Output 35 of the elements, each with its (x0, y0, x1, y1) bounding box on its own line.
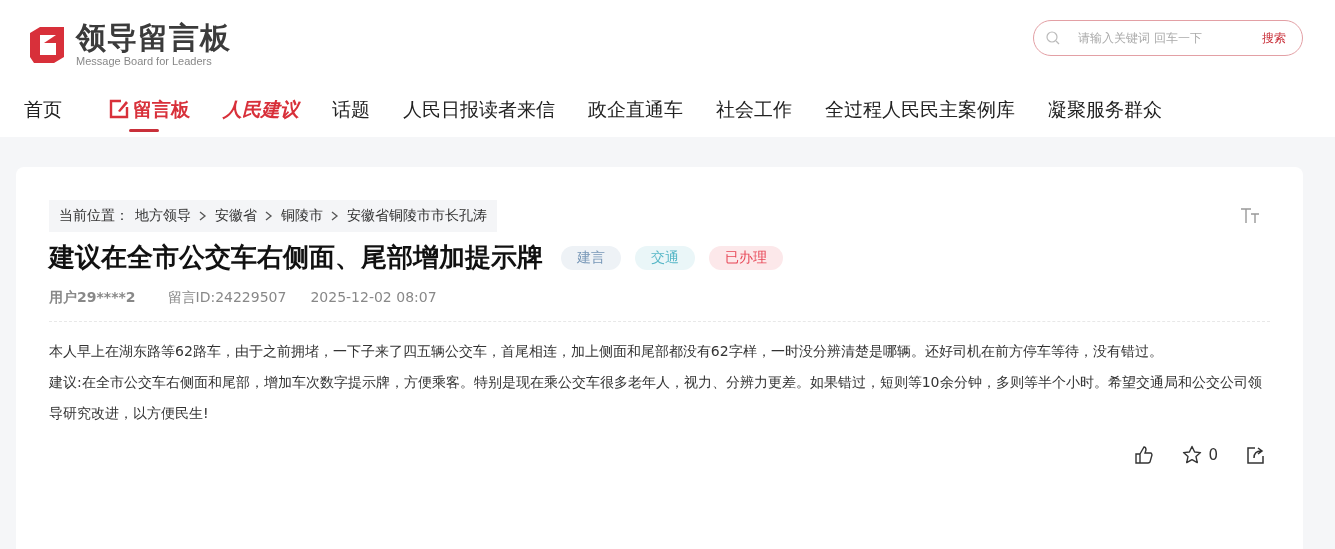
user-name: 用户29****2 (49, 289, 136, 307)
chevron-icon (199, 211, 207, 221)
edit-icon (109, 99, 129, 119)
star-icon[interactable] (1182, 445, 1203, 465)
breadcrumb-link[interactable]: 安徽省 (215, 207, 257, 225)
nav-tab[interactable]: 人民日报读者来信 (403, 94, 555, 134)
nav-tab[interactable]: 人民建议 (223, 94, 299, 134)
message-paragraph: 建议:在全市公交车右侧面和尾部，增加车次数字提示牌，方便乘客。特别是现在乘公交车很多老年人，视力、分辨力更差。如果错过，短则等10余分钟，多则等半个小时。希望交通局和公交公司领导研究改进，以方便民生! (49, 373, 1263, 423)
nav-tab[interactable]: 政企直通车 (588, 94, 683, 134)
tag: 交通 (635, 245, 695, 270)
search-icon (1046, 31, 1060, 45)
nav-tab[interactable]: 全过程人民民主案例库 (825, 94, 1015, 134)
favorite-count: 0 (1208, 446, 1218, 464)
nav-tab[interactable]: 话题 (332, 94, 370, 134)
share-icon[interactable] (1246, 445, 1266, 465)
nav-tab[interactable]: 首页 (24, 94, 62, 134)
chevron-icon (265, 211, 273, 221)
message-paragraph: 本人早上在湖东路等62路车，由于之前拥堵，一下子来了四五辆公交车，首尾相连，加上侧面和尾部都没有62字样，一时没分辨清楚是哪辆。还好司机在前方停车等待，没有错过。 (49, 342, 1164, 361)
nav-tab[interactable]: 留言板 (109, 94, 190, 134)
breadcrumb-link[interactable]: 安徽省铜陵市市长孔涛 (347, 207, 487, 225)
tag: 建言 (561, 245, 621, 270)
breadcrumb-link[interactable]: 地方领导 (135, 207, 191, 225)
breadcrumb-link[interactable]: 铜陵市 (281, 207, 323, 225)
message-id: 留言ID:24229507 (167, 289, 287, 307)
message-title: 建议在全市公交车右侧面、尾部增加提示牌 (49, 241, 543, 274)
thumbs-up-icon[interactable] (1134, 445, 1155, 465)
breadcrumb-label: 当前位置： (59, 207, 129, 225)
nav-tab[interactable]: 凝聚服务群众 (1048, 94, 1162, 134)
logo-title: 领导留言板 (76, 21, 231, 55)
search-button[interactable]: 搜索 (1262, 29, 1286, 47)
tag: 已办理 (709, 245, 783, 270)
post-time: 2025-12-02 08:07 (310, 289, 437, 307)
nav-tab[interactable]: 社会工作 (716, 94, 792, 134)
chevron-icon (331, 211, 339, 221)
logo-subtitle: Message Board for Leaders (76, 55, 213, 67)
